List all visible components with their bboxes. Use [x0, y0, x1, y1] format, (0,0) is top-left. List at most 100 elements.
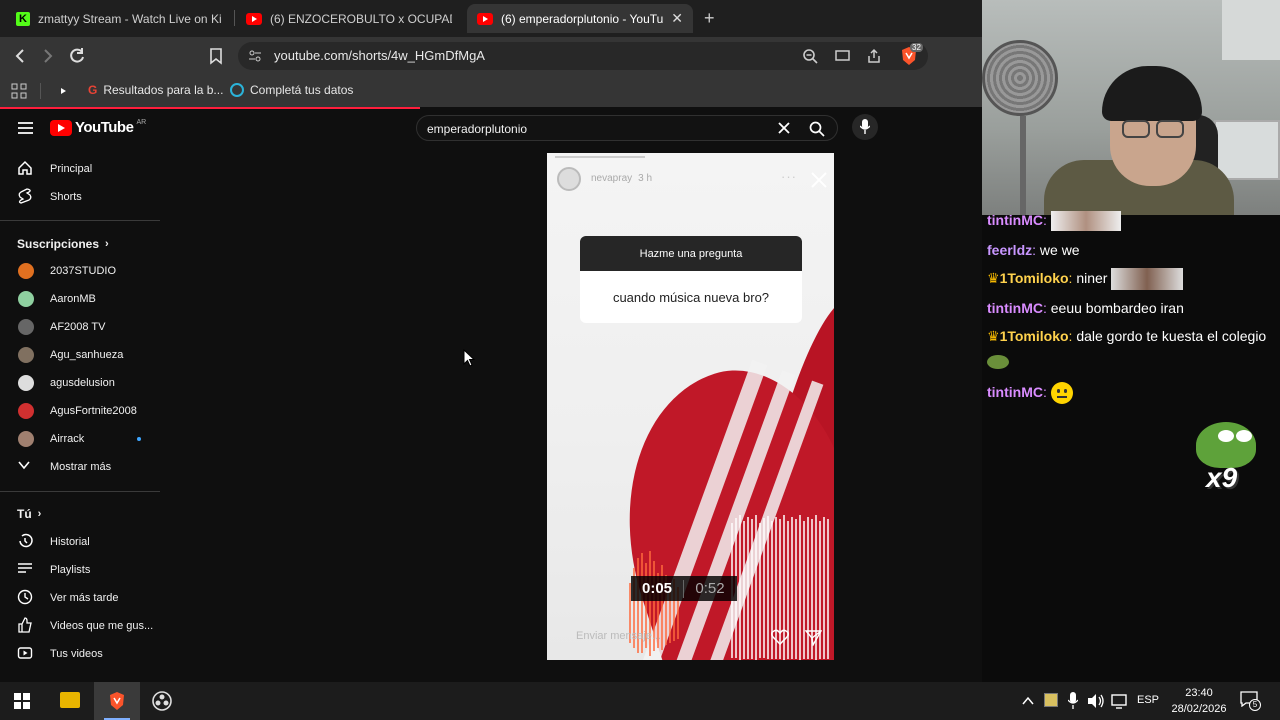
tray-app-icon[interactable] [1044, 693, 1058, 707]
new-tab-icon[interactable]: + [704, 8, 715, 29]
chat-username: 1Tomiloko [999, 270, 1069, 286]
nav-label: Playlists [50, 564, 91, 576]
subscriptions-header[interactable]: Suscripciones › [17, 237, 109, 251]
chat-text: we we [1039, 242, 1080, 258]
tab-youtube-active[interactable]: (6) emperadorplutonio - YouTube ✕ [467, 4, 693, 33]
language-indicator[interactable]: ESP [1137, 694, 1159, 706]
microphone-icon [860, 119, 870, 134]
pepe-emote-combo: x9 [1192, 420, 1262, 498]
notifications-button[interactable]: 5 [1240, 691, 1261, 711]
microphone-icon[interactable] [1068, 692, 1078, 710]
network-icon[interactable] [1111, 693, 1129, 709]
sub-aaronmb[interactable]: AaronMB [0, 285, 160, 313]
nav-ver-mas-tarde[interactable]: Ver más tarde [0, 584, 160, 612]
send-icon[interactable] [805, 629, 822, 646]
channel-avatar [18, 291, 34, 307]
nav-shorts[interactable]: Shorts [0, 183, 160, 211]
nav-playlists[interactable]: Playlists [0, 556, 160, 584]
history-icon [19, 533, 33, 548]
youtube-logo[interactable]: YouTube AR [50, 119, 146, 136]
emote-count: x9 [1206, 462, 1238, 493]
brave-taskbar-button[interactable] [94, 682, 140, 720]
search-icon[interactable] [809, 121, 825, 137]
emote-image [1050, 211, 1121, 232]
reload-icon[interactable] [68, 47, 86, 65]
chevron-up-icon[interactable] [1022, 696, 1034, 706]
sub-af2008tv[interactable]: AF2008 TV [0, 313, 160, 341]
browser-window: K zmattyy Stream - Watch Live on Kick (6… [0, 0, 982, 682]
windows-start-icon[interactable] [14, 693, 30, 709]
menu-icon[interactable] [18, 121, 34, 135]
emote-image [1111, 268, 1184, 291]
tab-kick[interactable]: K zmattyy Stream - Watch Live on Kick [6, 4, 232, 33]
search-box[interactable]: emperadorplutonio [416, 115, 838, 141]
chat-message: ♛1Tomiloko: niner [987, 266, 1272, 291]
sub-agusfortnite2008[interactable]: AgusFortnite2008 [0, 397, 160, 425]
webcam-feed [982, 0, 1280, 215]
channel-avatar [18, 263, 34, 279]
profile-avatar[interactable] [557, 167, 581, 191]
brave-icon [110, 692, 124, 710]
new-content-dot [137, 437, 141, 441]
address-bar[interactable]: youtube.com/shorts/4w_HGmDfMgA 32 [238, 42, 928, 70]
bookmark-resultados[interactable]: G Resultados para la b... [88, 83, 223, 97]
chevron-right-icon: › [37, 508, 42, 520]
nav-label: Tus videos [50, 648, 103, 660]
sub-2037studio[interactable]: 2037STUDIO [0, 257, 160, 285]
file-explorer-icon[interactable] [60, 692, 80, 708]
chat-username: tintinMC [987, 384, 1043, 400]
mouse-cursor-icon [463, 349, 475, 367]
nav-label: Principal [50, 163, 93, 175]
nav-label: Videos que me gus... [50, 620, 154, 632]
chat-message: tintinMC: [987, 380, 1272, 405]
nav-historial[interactable]: Historial [0, 528, 160, 556]
shields-count-badge: 32 [910, 43, 923, 52]
tab-title: (6) ENZOCEROBULTO x OCUPADO EN [270, 11, 452, 26]
apps-grid-icon[interactable] [11, 83, 27, 99]
channel-avatar [18, 375, 34, 391]
obs-icon[interactable] [152, 691, 172, 711]
heart-icon[interactable] [771, 629, 789, 645]
volume-icon[interactable] [1087, 693, 1105, 709]
sub-airrack[interactable]: Airrack [0, 425, 160, 453]
bookmark-label: Resultados para la b... [103, 83, 224, 97]
back-icon[interactable] [12, 48, 28, 64]
you-title: Tú [17, 507, 32, 521]
cast-icon[interactable] [834, 49, 852, 63]
youtube-icon [477, 12, 493, 25]
close-icon[interactable] [810, 171, 828, 189]
nav-liked-videos[interactable]: Videos que me gus... [0, 612, 160, 640]
chat-text: eeuu bombardeo iran [1050, 300, 1184, 316]
brave-shields-icon[interactable]: 32 [898, 43, 923, 67]
time-display: 0:05 0:52 [631, 576, 737, 601]
share-icon[interactable] [866, 48, 882, 64]
subscriptions-title: Suscripciones [17, 237, 100, 251]
kick-icon: K [16, 11, 30, 26]
site-settings-icon[interactable] [248, 49, 262, 63]
nav-principal[interactable]: Principal [0, 155, 160, 183]
sub-agu-sanhueza[interactable]: Agu_sanhueza [0, 341, 160, 369]
search-input[interactable]: emperadorplutonio [427, 122, 527, 136]
voice-search-button[interactable] [852, 114, 878, 140]
story-header: nevapray 3 h [591, 173, 652, 184]
bookmark-completa[interactable]: Completá tus datos [230, 83, 353, 97]
nav-tus-videos[interactable]: Tus videos [0, 640, 160, 668]
message-input[interactable]: Enviar mensaje... [576, 630, 661, 642]
sub-agusdelusion[interactable]: agusdelusion [0, 369, 160, 397]
shorts-player[interactable]: nevapray 3 h ··· Hazme una pregunta cuan… [547, 153, 834, 660]
like-icon [18, 617, 32, 633]
show-more-button[interactable]: Mostrar más [0, 453, 160, 481]
close-tab-icon[interactable]: ✕ [671, 10, 683, 27]
current-time: 0:05 [641, 580, 673, 597]
story-username[interactable]: nevapray [591, 173, 632, 184]
zoom-icon[interactable] [802, 48, 818, 64]
clear-search-icon[interactable] [778, 122, 790, 134]
you-header[interactable]: Tú › [17, 507, 41, 521]
show-more-label: Mostrar más [50, 461, 112, 473]
forward-icon[interactable] [40, 48, 56, 64]
more-options-icon[interactable]: ··· [781, 169, 797, 184]
clock[interactable]: 23:40 28/02/2026 [1166, 685, 1232, 717]
bookmark-icon[interactable] [208, 47, 224, 65]
channel-avatar [18, 347, 34, 363]
tab-youtube-enzo[interactable]: (6) ENZOCEROBULTO x OCUPADO EN [236, 4, 462, 33]
